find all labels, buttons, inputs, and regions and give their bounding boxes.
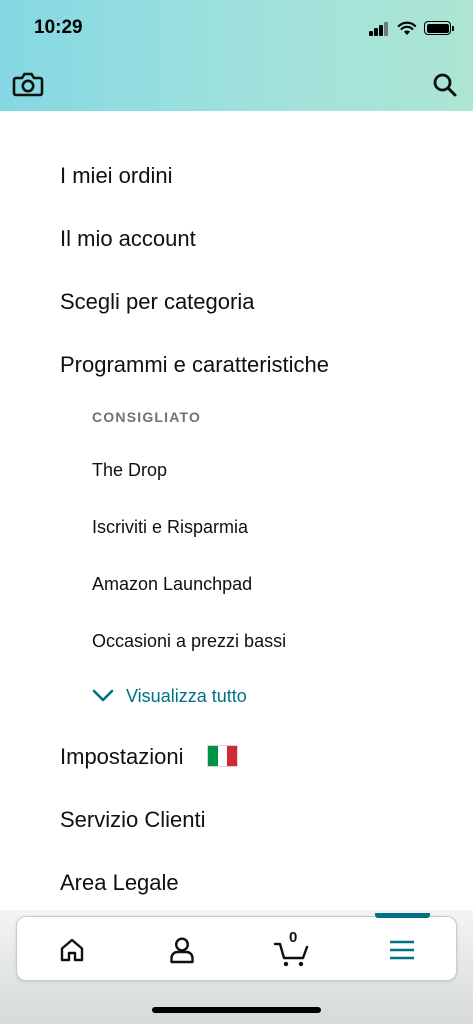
nav-cart-button[interactable] <box>252 917 332 982</box>
menu-item-customer-service[interactable]: Servizio Clienti <box>60 807 206 833</box>
home-indicator <box>152 1007 321 1013</box>
see-all-label: Visualizza tutto <box>126 685 247 706</box>
status-time: 10:29 <box>34 17 83 38</box>
sub-item-low-price-deals[interactable]: Occasioni a prezzi bassi <box>92 631 286 652</box>
menu-item-settings[interactable]: Impostazioni <box>60 744 184 770</box>
wifi-icon <box>397 21 417 35</box>
sub-item-subscribe-save[interactable]: Iscriviti e Risparmia <box>92 517 248 538</box>
battery-icon <box>424 21 454 35</box>
sub-item-the-drop[interactable]: The Drop <box>92 460 167 481</box>
bottom-nav <box>16 916 457 981</box>
recommended-heading: CONSIGLIATO <box>92 409 202 425</box>
nav-home-button[interactable] <box>32 917 112 982</box>
menu-item-my-account[interactable]: Il mio account <box>60 226 196 252</box>
menu-item-my-orders[interactable]: I miei ordini <box>60 163 172 189</box>
see-all-link[interactable]: Visualizza tutto <box>92 684 247 708</box>
italy-flag-icon <box>207 745 238 767</box>
nav-menu-button[interactable] <box>362 917 442 982</box>
menu-item-legal-area[interactable]: Area Legale <box>60 870 179 896</box>
menu-item-shop-by-category[interactable]: Scegli per categoria <box>60 289 254 315</box>
search-icon[interactable] <box>432 72 458 98</box>
home-icon <box>60 938 84 961</box>
sub-item-amazon-launchpad[interactable]: Amazon Launchpad <box>92 574 252 595</box>
cart-count-badge: 0 <box>289 929 298 946</box>
cellular-signal-icon <box>369 22 389 36</box>
chevron-down-icon <box>92 689 114 702</box>
person-icon <box>170 936 194 963</box>
camera-icon[interactable] <box>12 70 44 98</box>
menu-item-programs-features[interactable]: Programmi e caratteristiche <box>60 352 329 378</box>
active-tab-indicator <box>375 913 430 918</box>
nav-account-button[interactable] <box>142 917 222 982</box>
hamburger-menu-icon <box>390 940 414 959</box>
header: 10:29 <box>0 0 473 111</box>
